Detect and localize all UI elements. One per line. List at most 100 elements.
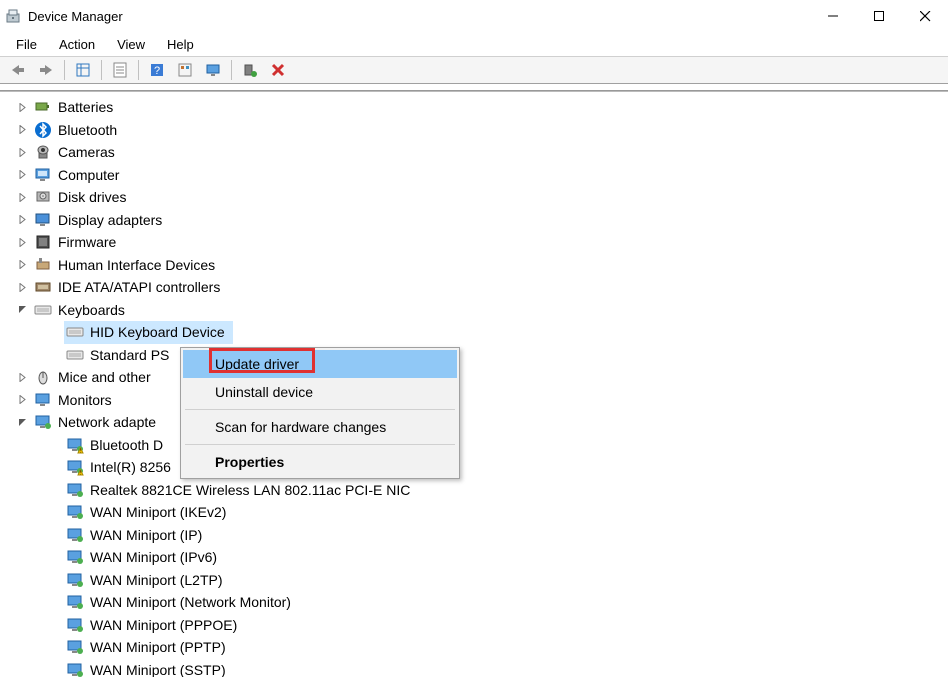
delete-icon[interactable] <box>265 59 291 81</box>
tree-node-label: Monitors <box>56 389 114 412</box>
tree-category[interactable]: Disk drives <box>0 186 948 209</box>
tree-node-label: Keyboards <box>56 299 127 322</box>
tree-expander-icon[interactable] <box>18 238 32 247</box>
network-icon <box>66 571 84 589</box>
tree-category[interactable]: Batteries <box>0 96 948 119</box>
tree-node-label: WAN Miniport (IP) <box>88 524 204 547</box>
tree-category[interactable]: Display adapters <box>0 209 948 232</box>
menu-help[interactable]: Help <box>157 35 204 54</box>
maximize-button[interactable] <box>856 0 902 32</box>
tree-expander-icon[interactable] <box>18 395 32 404</box>
monitor-icon[interactable] <box>200 59 226 81</box>
tree-device[interactable]: WAN Miniport (Network Monitor) <box>0 591 948 614</box>
tree-expander-icon[interactable] <box>18 260 32 269</box>
window-controls <box>810 0 948 32</box>
tree-device[interactable]: Realtek 8821CE Wireless LAN 802.11ac PCI… <box>0 479 948 502</box>
tree-device[interactable]: WAN Miniport (SSTP) <box>0 659 948 678</box>
tree-device[interactable]: WAN Miniport (PPTP) <box>0 636 948 659</box>
tree-category[interactable]: Firmware <box>0 231 948 254</box>
context-menu: Update driverUninstall device Scan for ha… <box>180 347 460 479</box>
network-icon: ! <box>66 458 84 476</box>
menu-file[interactable]: File <box>6 35 47 54</box>
tree-device[interactable]: !Intel(R) 8256 <box>0 456 948 479</box>
ide-icon <box>34 278 52 296</box>
tree-expander-icon[interactable] <box>18 148 32 157</box>
hid-icon <box>34 256 52 274</box>
context-menu-item[interactable]: Properties <box>183 448 457 476</box>
tree-category[interactable]: Human Interface Devices <box>0 254 948 277</box>
firmware-icon <box>34 233 52 251</box>
scan-icon[interactable] <box>237 59 263 81</box>
tree-category[interactable]: Keyboards <box>0 299 948 322</box>
tree-node-label: Cameras <box>56 141 117 164</box>
tree-device[interactable]: WAN Miniport (IPv6) <box>0 546 948 569</box>
tree-category[interactable]: Cameras <box>0 141 948 164</box>
tree-expander-icon[interactable] <box>18 215 32 224</box>
tree-category[interactable]: Computer <box>0 164 948 187</box>
tree-device[interactable]: WAN Miniport (IKEv2) <box>0 501 948 524</box>
toolbar-separator <box>101 60 102 80</box>
toolbar-separator <box>64 60 65 80</box>
back-arrow-icon[interactable] <box>5 59 31 81</box>
network-icon <box>66 661 84 677</box>
show-all-icon[interactable] <box>70 59 96 81</box>
tree-category[interactable]: IDE ATA/ATAPI controllers <box>0 276 948 299</box>
menubar: File Action View Help <box>0 32 948 56</box>
context-menu-item[interactable]: Uninstall device <box>183 378 457 406</box>
camera-icon <box>34 143 52 161</box>
app-icon <box>4 7 22 25</box>
context-menu-separator <box>185 409 455 410</box>
toolbar-separator <box>231 60 232 80</box>
tree-expander-icon[interactable] <box>18 283 32 292</box>
tree-expander-icon[interactable] <box>18 305 32 314</box>
config-icon[interactable] <box>172 59 198 81</box>
forward-arrow-icon[interactable] <box>33 59 59 81</box>
context-menu-item[interactable]: Update driver <box>183 350 457 378</box>
network-icon <box>66 638 84 656</box>
network-icon <box>66 616 84 634</box>
window-title: Device Manager <box>28 9 123 24</box>
tree-device[interactable]: !Bluetooth D <box>0 434 948 457</box>
tree-expander-icon[interactable] <box>18 193 32 202</box>
toolbar-separator <box>138 60 139 80</box>
tree-device[interactable]: HID Keyboard Device <box>0 321 948 344</box>
svg-text:!: ! <box>80 471 81 477</box>
tree-device[interactable]: WAN Miniport (L2TP) <box>0 569 948 592</box>
help-icon[interactable]: ? <box>144 59 170 81</box>
keyboard-icon <box>66 346 84 364</box>
tree-node-label: WAN Miniport (IKEv2) <box>88 501 228 524</box>
tree-expander-icon[interactable] <box>18 418 32 427</box>
tree-node-label: Bluetooth <box>56 119 119 142</box>
menu-view[interactable]: View <box>107 35 155 54</box>
minimize-button[interactable] <box>810 0 856 32</box>
tree-category[interactable]: Mice and other <box>0 366 948 389</box>
tree-category[interactable]: Monitors <box>0 389 948 412</box>
tree-expander-icon[interactable] <box>18 373 32 382</box>
tree-expander-icon[interactable] <box>18 103 32 112</box>
svg-text:!: ! <box>80 448 81 454</box>
keyboard-icon <box>34 301 52 319</box>
tree-expander-icon[interactable] <box>18 170 32 179</box>
network-icon <box>34 413 52 431</box>
close-button[interactable] <box>902 0 948 32</box>
svg-text:?: ? <box>154 65 160 77</box>
properties-icon[interactable] <box>107 59 133 81</box>
tree-expander-icon[interactable] <box>18 125 32 134</box>
menu-action[interactable]: Action <box>49 35 105 54</box>
tree-node-label: Display adapters <box>56 209 164 232</box>
tree-category[interactable]: Bluetooth <box>0 119 948 142</box>
tree-node-label: IDE ATA/ATAPI controllers <box>56 276 222 299</box>
network-icon <box>66 593 84 611</box>
device-tree[interactable]: BatteriesBluetoothCamerasComputerDisk dr… <box>0 92 948 677</box>
context-menu-item[interactable]: Scan for hardware changes <box>183 413 457 441</box>
toolbar: ? <box>0 56 948 84</box>
tree-device[interactable]: WAN Miniport (IP) <box>0 524 948 547</box>
tree-device[interactable]: WAN Miniport (PPPOE) <box>0 614 948 637</box>
tree-node-label: Batteries <box>56 96 115 119</box>
tree-node-label: Standard PS <box>88 344 171 367</box>
tree-device[interactable]: Standard PS <box>0 344 948 367</box>
tree-category[interactable]: Network adapte <box>0 411 948 434</box>
tree-node-label: WAN Miniport (SSTP) <box>88 659 228 678</box>
network-icon: ! <box>66 436 84 454</box>
tree-node-label: Disk drives <box>56 186 128 209</box>
